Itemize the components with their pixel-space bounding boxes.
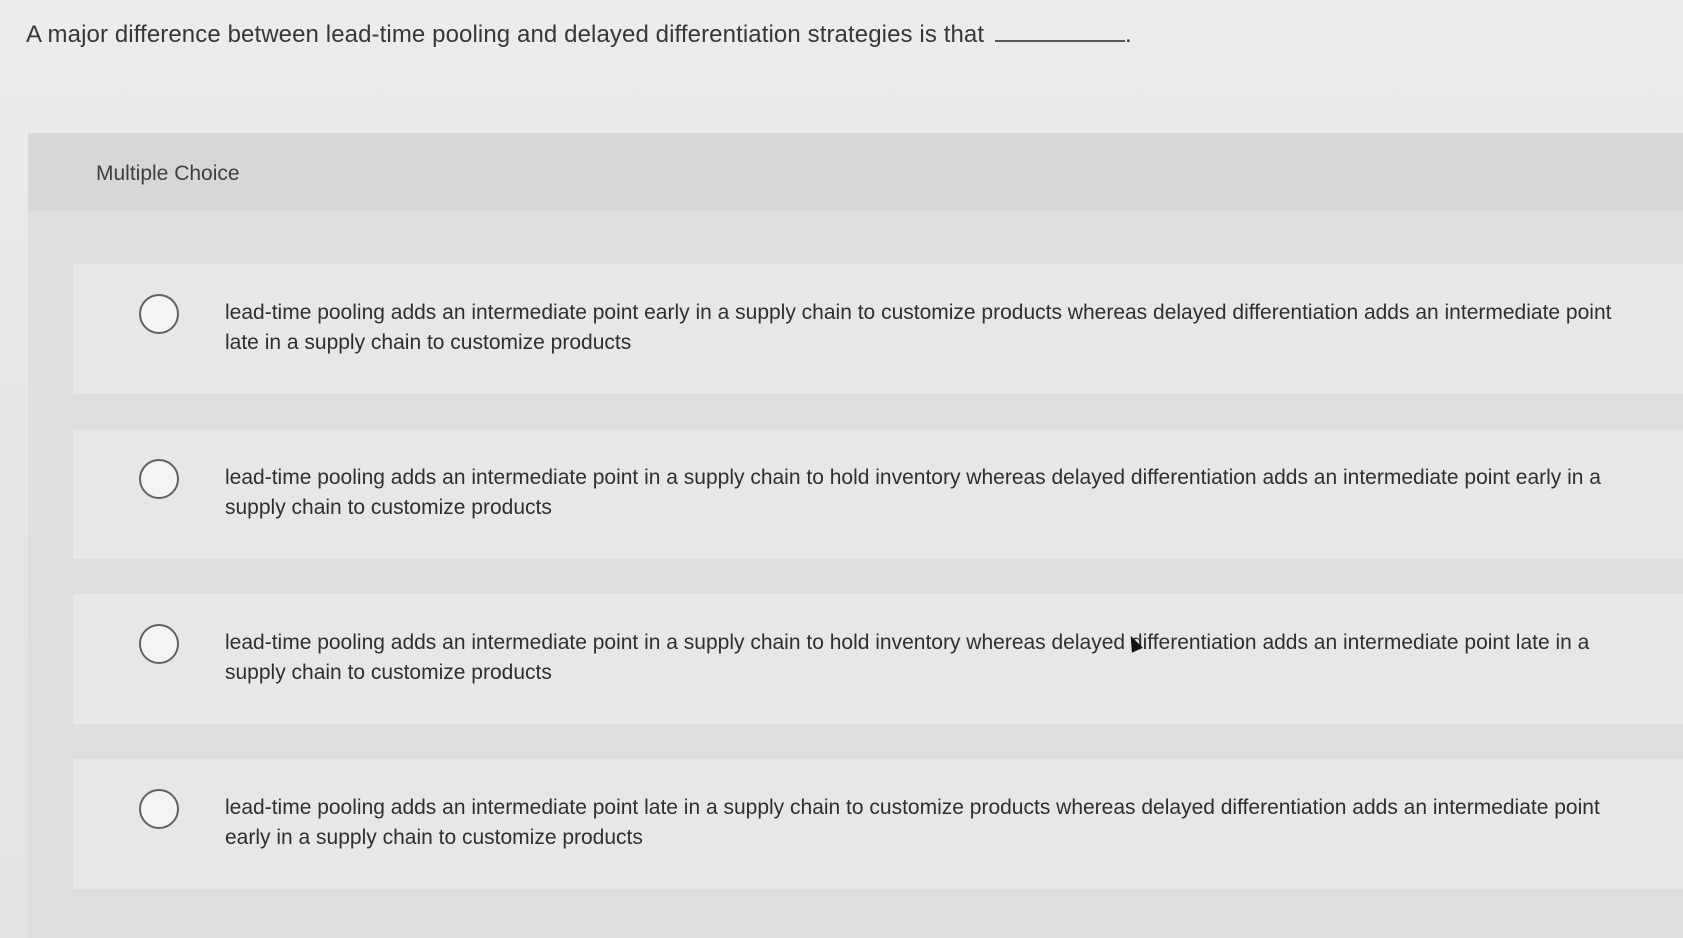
multiple-choice-header: Multiple Choice [28,133,1683,211]
radio-button-icon[interactable] [139,294,179,334]
answer-option-2[interactable]: lead-time pooling adds an intermediate p… [73,429,1683,559]
radio-button-icon[interactable] [139,459,179,499]
multiple-choice-panel: Multiple Choice lead-time pooling adds a… [28,133,1683,938]
question-prompt: A major difference between lead-time poo… [26,18,1132,52]
radio-button-icon[interactable] [139,624,179,664]
question-text: A major difference between lead-time poo… [26,21,985,48]
question-end-punctuation: . [1124,21,1132,48]
answer-option-3[interactable]: lead-time pooling adds an intermediate p… [73,594,1683,724]
answer-option-label: lead-time pooling adds an intermediate p… [225,796,1600,849]
answer-option-4[interactable]: lead-time pooling adds an intermediate p… [73,759,1683,889]
answer-option-label: lead-time pooling adds an intermediate p… [225,301,1612,354]
quiz-screen: A major difference between lead-time poo… [0,0,1683,938]
answer-option-label: lead-time pooling adds an intermediate p… [225,466,1601,519]
answer-option-label: lead-time pooling adds an intermediate p… [225,631,1590,684]
answer-option-1[interactable]: lead-time pooling adds an intermediate p… [73,264,1683,394]
multiple-choice-title: Multiple Choice [96,162,240,185]
radio-button-icon[interactable] [139,789,179,829]
answer-blank [994,22,1125,42]
